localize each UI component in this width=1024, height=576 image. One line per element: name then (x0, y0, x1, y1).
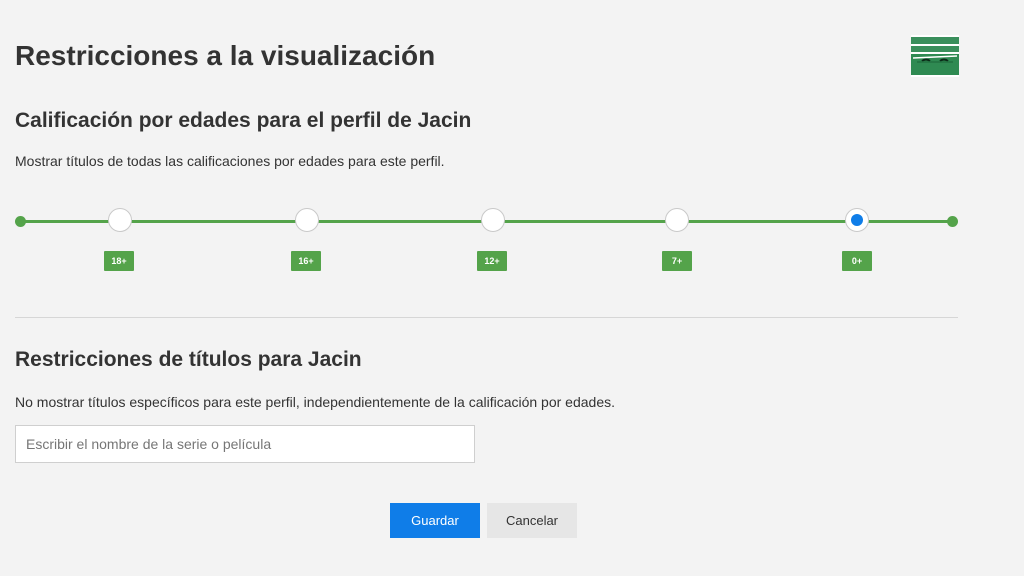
slider-stop-7[interactable] (665, 208, 689, 232)
rating-badge-18: 18+ (104, 251, 134, 271)
rating-badge-12: 12+ (477, 251, 507, 271)
maturity-description: Mostrar títulos de todas las calificacio… (15, 153, 445, 169)
rating-badge-0: 0+ (842, 251, 872, 271)
maturity-rating-slider[interactable]: 18+ 16+ 12+ 7+ 0+ (15, 205, 965, 285)
page-title: Restricciones a la visualización (15, 40, 436, 71)
title-restrictions-title: Restricciones de títulos para Jacin (15, 348, 362, 371)
section-divider (15, 317, 958, 318)
maturity-section-title: Calificación por edades para el perfil d… (15, 109, 472, 132)
slider-end-dot (947, 216, 958, 227)
slider-stop-16[interactable] (295, 208, 319, 232)
title-restrictions-description: No mostrar títulos específicos para este… (15, 394, 616, 410)
rating-badge-7: 7+ (662, 251, 692, 271)
cancel-button[interactable]: Cancelar (487, 503, 577, 538)
rating-badge-16: 16+ (291, 251, 321, 271)
title-search-input[interactable] (15, 425, 475, 463)
profile-avatar-icon[interactable] (911, 35, 959, 77)
slider-stop-12[interactable] (481, 208, 505, 232)
save-button[interactable]: Guardar (390, 503, 480, 538)
slider-stop-18[interactable] (108, 208, 132, 232)
slider-start-dot (15, 216, 26, 227)
slider-stop-0-selected[interactable] (845, 208, 869, 232)
